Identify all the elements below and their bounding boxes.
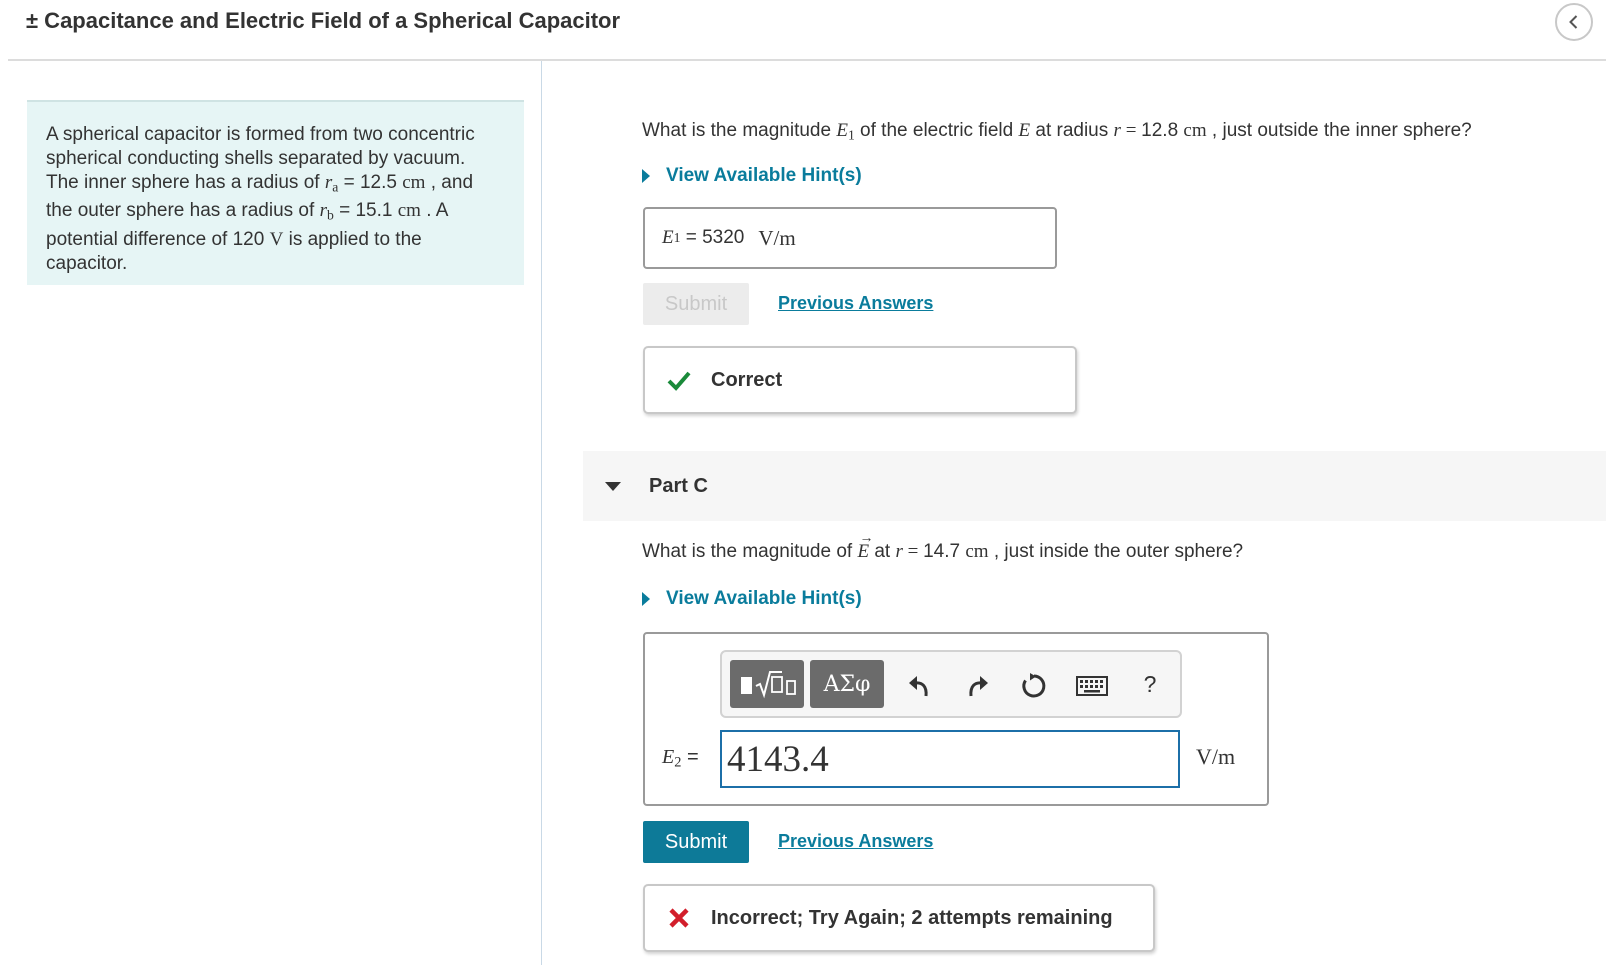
problem-line: potential difference of 120 V is applied…	[46, 228, 422, 250]
problem-line: the outer sphere has a radius of rb = 15…	[46, 200, 449, 223]
unit-cm: cm	[965, 541, 989, 562]
header-bar: ± Capacitance and Electric Field of a Sp…	[0, 0, 1606, 60]
part-c-feedback-incorrect: Incorrect; Try Again; 2 attempts remaini…	[643, 884, 1155, 952]
caret-right-icon	[642, 592, 650, 606]
r-symbol: r	[895, 541, 903, 562]
e1-symbol: E	[836, 120, 848, 141]
greek-symbols-button[interactable]: ΑΣφ	[810, 660, 884, 708]
x-mark-icon	[669, 908, 689, 928]
problem-line: spherical conducting shells separated by…	[46, 148, 466, 169]
vector-arrow-icon: →	[859, 531, 874, 546]
part-b-answer-unit: V/m	[758, 225, 796, 250]
problem-line: capacitor.	[46, 252, 128, 274]
templates-button[interactable]	[730, 660, 804, 708]
redo-icon	[969, 676, 988, 697]
part-c-submit-button[interactable]: Submit	[643, 821, 749, 863]
caret-right-icon	[642, 169, 650, 183]
unit-cm: cm	[402, 172, 426, 193]
part-b-answer-value: 5320	[702, 227, 745, 248]
unit-v: V	[269, 228, 284, 250]
redo-button[interactable]	[957, 668, 997, 704]
undo-button[interactable]	[900, 668, 940, 704]
reset-icon	[1022, 673, 1046, 698]
r-symbol: r	[1113, 120, 1121, 141]
reset-button[interactable]	[1014, 668, 1054, 704]
checkmark-icon	[667, 371, 691, 391]
part-b-previous-answers-link[interactable]: Previous Answers	[778, 293, 933, 314]
r-b-subscript: b	[326, 207, 334, 223]
e1-subscript: 1	[673, 230, 681, 245]
page-title: ± Capacitance and Electric Field of a Sp…	[26, 8, 621, 33]
collapse-button[interactable]	[1555, 3, 1593, 41]
keyboard-button[interactable]	[1072, 668, 1112, 704]
help-button[interactable]: ?	[1130, 666, 1170, 702]
part-c-hint-link[interactable]: View Available Hint(s)	[642, 588, 862, 610]
column-divider	[541, 61, 542, 965]
e2-symbol: E	[662, 746, 675, 768]
e-vector-symbol: → E	[857, 531, 874, 562]
problem-line: The inner sphere has a radius of ra = 12…	[46, 172, 474, 195]
part-b-feedback-correct: Correct	[643, 346, 1077, 414]
part-c-question: What is the magnitude of → E at r = 14.7 …	[642, 531, 1244, 562]
e-symbol: E	[1018, 120, 1031, 141]
e1-subscript: 1	[847, 127, 855, 143]
part-c-answer-area: ΑΣφ ? E2 = 4143.4 V/m	[643, 632, 1269, 806]
problem-line: A spherical capacitor is formed from two…	[46, 124, 475, 145]
part-b-hint-link[interactable]: View Available Hint(s)	[642, 165, 862, 187]
part-c-answer-input[interactable]: 4143.4	[720, 730, 1180, 788]
unit-cm: cm	[1183, 120, 1207, 141]
part-c-title: Part C	[649, 474, 708, 497]
keyboard-icon	[1076, 676, 1108, 696]
e1-symbol: E	[662, 227, 674, 248]
caret-down-icon	[605, 481, 621, 491]
problem-statement: A spherical capacitor is formed from two…	[27, 100, 524, 285]
undo-icon	[909, 676, 928, 697]
r-b-symbol: r	[319, 200, 327, 222]
part-c-header[interactable]: Part C	[583, 451, 1606, 521]
part-b-submit-button[interactable]: Submit	[643, 283, 749, 325]
unit-cm: cm	[397, 200, 421, 222]
part-b-question: What is the magnitude E1 of the electric…	[642, 120, 1472, 143]
templates-icon	[741, 671, 796, 699]
part-c-answer-label: E2 =	[662, 746, 699, 771]
chevron-left-icon	[1569, 15, 1578, 29]
math-toolbar: ΑΣφ ?	[720, 650, 1182, 718]
part-c-previous-answers-link[interactable]: Previous Answers	[778, 831, 933, 852]
part-b-answer-box: E1 = 5320 V/m	[643, 207, 1057, 269]
header-divider	[8, 59, 1606, 61]
part-c-answer-unit: V/m	[1196, 744, 1236, 769]
